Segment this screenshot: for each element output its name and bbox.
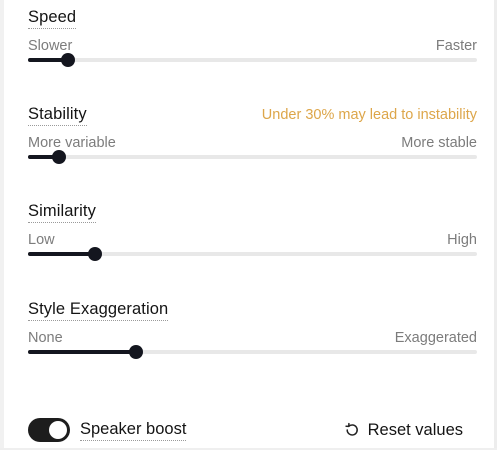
setting-title[interactable]: Stability bbox=[28, 105, 87, 126]
style-exaggeration-slider[interactable] bbox=[28, 345, 477, 359]
similarity-slider[interactable] bbox=[28, 247, 477, 261]
reset-icon bbox=[344, 422, 360, 438]
slider-track bbox=[28, 58, 477, 62]
setting-title[interactable]: Similarity bbox=[28, 202, 96, 223]
speaker-boost-toggle[interactable] bbox=[28, 418, 70, 442]
setting-warning: Under 30% may lead to instability bbox=[261, 107, 477, 123]
slider-thumb[interactable] bbox=[88, 247, 103, 261]
speed-setting: Speed Slower Faster bbox=[28, 8, 477, 88]
slider-track bbox=[28, 155, 477, 159]
toggle-knob bbox=[49, 421, 67, 439]
stability-setting: Stability Under 30% may lead to instabil… bbox=[28, 105, 477, 185]
speaker-boost-label[interactable]: Speaker boost bbox=[80, 420, 187, 441]
setting-header: Speed bbox=[28, 8, 477, 32]
slider-fill bbox=[28, 350, 136, 354]
style-exaggeration-setting: Style Exaggeration None Exaggerated bbox=[28, 300, 477, 380]
reset-values-label: Reset values bbox=[367, 420, 463, 439]
setting-title[interactable]: Style Exaggeration bbox=[28, 300, 169, 321]
stability-slider[interactable] bbox=[28, 150, 477, 164]
setting-header: Similarity bbox=[28, 202, 477, 226]
similarity-setting: Similarity Low High bbox=[28, 202, 477, 282]
voice-settings-footer: Speaker boost Reset values bbox=[28, 418, 463, 442]
reset-values-button[interactable]: Reset values bbox=[344, 418, 463, 442]
slider-thumb[interactable] bbox=[52, 150, 67, 164]
slider-thumb[interactable] bbox=[128, 345, 143, 359]
setting-header: Stability Under 30% may lead to instabil… bbox=[28, 105, 477, 129]
setting-header: Style Exaggeration bbox=[28, 300, 477, 324]
left-panel-edge bbox=[0, 0, 4, 450]
slider-thumb[interactable] bbox=[61, 53, 76, 67]
slider-fill bbox=[28, 252, 96, 256]
speed-slider[interactable] bbox=[28, 53, 477, 67]
setting-title[interactable]: Speed bbox=[28, 8, 77, 29]
